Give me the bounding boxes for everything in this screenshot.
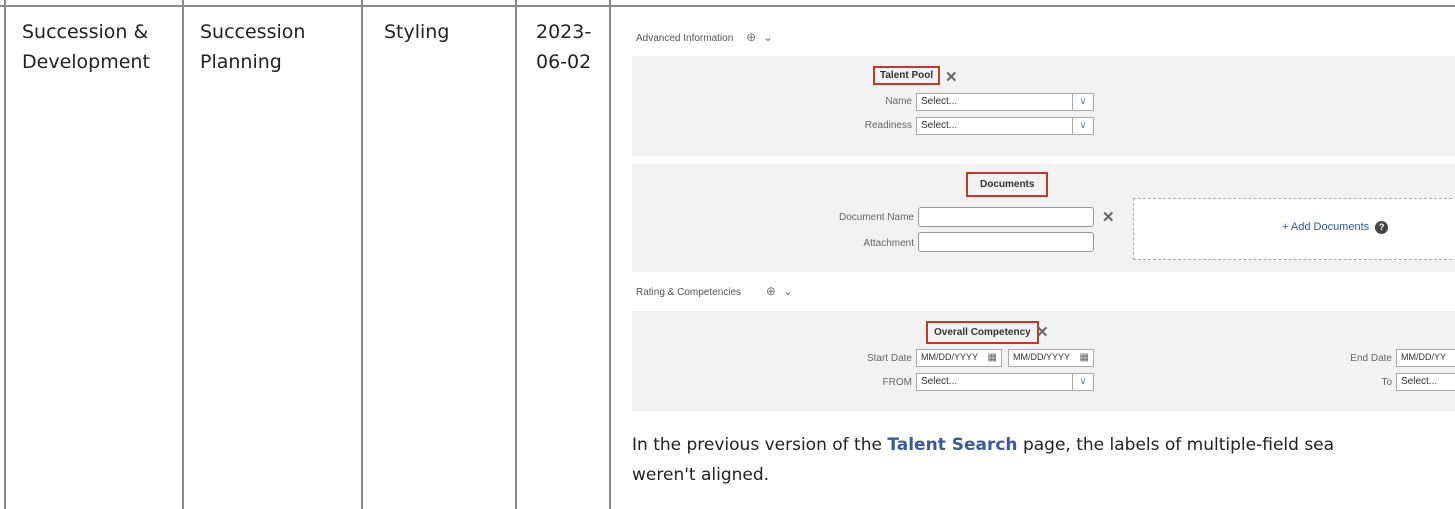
- add-documents-link[interactable]: + Add Documents?: [1282, 221, 1389, 234]
- description-line-1: In the previous version of the Talent Se…: [632, 430, 1334, 460]
- cell-area: Succession & Development: [22, 21, 150, 73]
- end-date-from-input[interactable]: MM/DD/YY: [1396, 349, 1455, 367]
- to-select[interactable]: Select...: [1396, 373, 1455, 391]
- add-circle-icon[interactable]: ⊕: [766, 284, 776, 298]
- talent-search-screenshot: Advanced Information ⊕ ⌄ Talent Pool ✕ N…: [622, 8, 1455, 418]
- description-text-segment: page, the labels of multiple-field sea: [1017, 435, 1335, 455]
- readiness-label: Readiness: [864, 120, 912, 131]
- description-text: In the previous version of the Talent Se…: [632, 430, 1334, 490]
- from-select-value: Select...: [921, 376, 958, 387]
- calendar-icon[interactable]: ▦: [988, 352, 997, 363]
- start-date-label: Start Date: [866, 353, 912, 364]
- name-label: Name: [885, 96, 912, 107]
- table-column-divider: [609, 0, 611, 509]
- name-select-value: Select...: [921, 96, 958, 107]
- document-name-label: Document Name: [838, 212, 914, 223]
- add-documents-label: + Add Documents: [1282, 221, 1370, 233]
- readiness-select[interactable]: Select... ∨: [916, 117, 1094, 135]
- talent-pool-panel: Talent Pool ✕ Name Select... ∨ Readiness…: [632, 56, 1455, 156]
- document-name-input[interactable]: [918, 207, 1094, 227]
- chevron-down-icon: ∨: [1072, 374, 1093, 390]
- end-date-from-value: MM/DD/YY: [1401, 352, 1446, 362]
- overall-competency-panel: Overall Competency ✕ Start Date MM/DD/YY…: [632, 311, 1455, 411]
- rating-competencies-label: Rating & Competencies: [636, 287, 742, 298]
- chevron-down-icon: ∨: [1072, 94, 1093, 110]
- rating-competencies-header: Rating & Competencies ⊕ ⌄: [636, 284, 793, 298]
- documents-panel: Documents Document Name ✕ Attachment + A…: [632, 164, 1455, 272]
- end-date-label: End Date: [1350, 353, 1392, 364]
- advanced-info-label: Advanced Information: [636, 33, 734, 44]
- add-circle-icon[interactable]: ⊕: [746, 30, 756, 44]
- cell-date: 2023-06-02: [536, 21, 592, 73]
- from-label: FROM: [882, 377, 912, 388]
- chevron-down-icon: ∨: [1072, 118, 1093, 134]
- table-row-divider: [0, 5, 1455, 7]
- help-icon[interactable]: ?: [1375, 221, 1389, 234]
- chevron-down-icon[interactable]: ⌄: [783, 284, 793, 298]
- description-text-segment: In the previous version of the: [632, 435, 888, 455]
- talent-pool-title: Talent Pool: [873, 66, 941, 85]
- table-column-divider: [361, 0, 363, 509]
- cell-type: Styling: [384, 21, 450, 43]
- description-line-2: weren't aligned.: [632, 465, 770, 485]
- start-date-to-value: MM/DD/YYYY: [1013, 352, 1071, 362]
- overall-competency-title: Overall Competency: [926, 321, 1039, 344]
- attachment-label: Attachment: [863, 238, 914, 249]
- name-select[interactable]: Select... ∨: [916, 93, 1094, 111]
- chevron-down-icon[interactable]: ⌄: [763, 30, 773, 44]
- talent-search-link[interactable]: Talent Search: [887, 435, 1017, 455]
- add-documents-dropzone[interactable]: + Add Documents?: [1133, 198, 1455, 260]
- table-column-divider: [515, 0, 517, 509]
- start-date-to-input[interactable]: MM/DD/YYYY ▦: [1008, 349, 1094, 367]
- cell-feature: Succession Planning: [200, 21, 306, 73]
- close-icon[interactable]: ✕: [945, 68, 958, 86]
- table-column-divider: [182, 0, 184, 509]
- documents-title: Documents: [966, 172, 1049, 197]
- calendar-icon[interactable]: ▦: [1080, 352, 1089, 363]
- close-icon[interactable]: ✕: [1036, 323, 1049, 341]
- advanced-info-header: Advanced Information ⊕ ⌄: [636, 30, 773, 44]
- start-date-from-value: MM/DD/YYYY: [921, 352, 979, 362]
- to-select-value: Select...: [1401, 376, 1438, 387]
- from-select[interactable]: Select... ∨: [916, 373, 1094, 391]
- attachment-input[interactable]: [918, 232, 1094, 252]
- readiness-select-value: Select...: [921, 120, 958, 131]
- close-icon[interactable]: ✕: [1102, 208, 1115, 226]
- start-date-from-input[interactable]: MM/DD/YYYY ▦: [916, 349, 1002, 367]
- to-label: To: [1381, 377, 1392, 388]
- table-column-divider: [4, 0, 6, 509]
